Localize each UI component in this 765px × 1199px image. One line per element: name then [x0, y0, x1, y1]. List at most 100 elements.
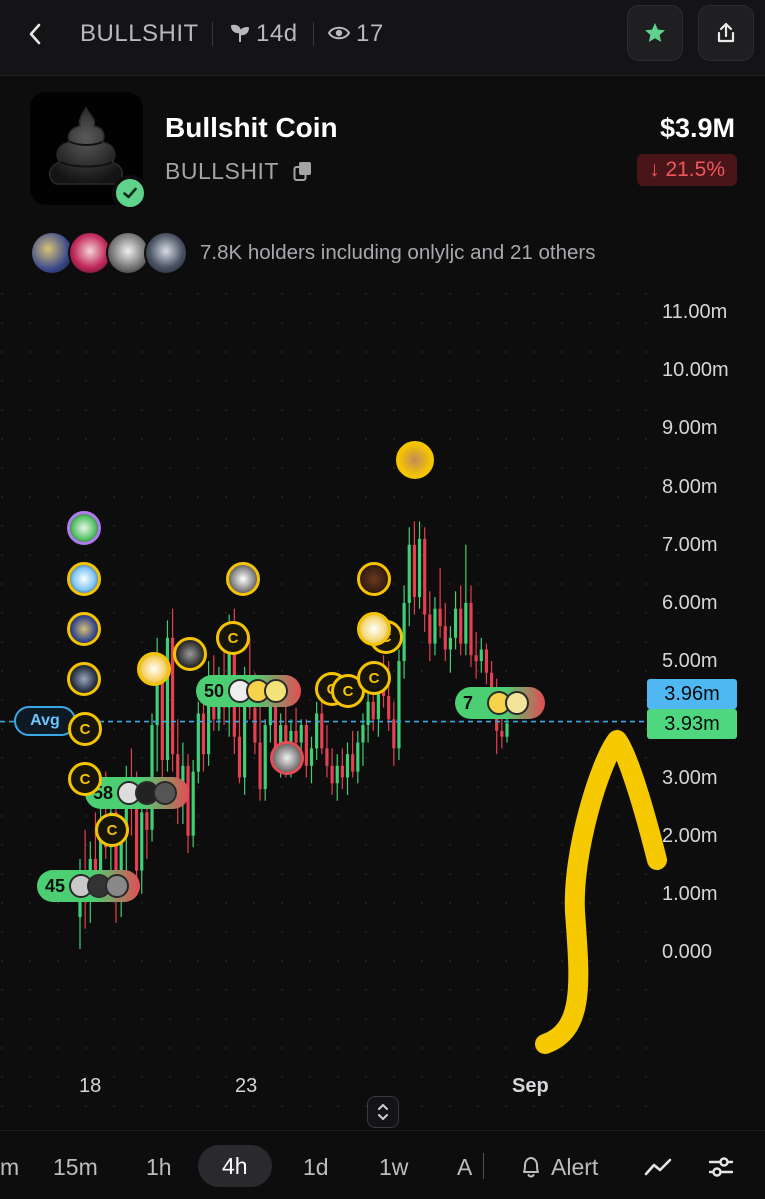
profile-marker[interactable] — [67, 662, 101, 696]
checkmark-icon — [123, 187, 137, 199]
avatar — [144, 231, 188, 275]
candle-body — [356, 742, 360, 772]
candle-body — [258, 742, 262, 790]
candle-body — [438, 608, 442, 627]
y-tick-label: 3.00m — [662, 767, 718, 789]
creator-coin-marker[interactable]: C — [68, 762, 102, 796]
profile-marker[interactable] — [357, 562, 391, 596]
token-name: Bullshit Coin — [165, 112, 338, 143]
y-tick-label: 8.00m — [662, 476, 718, 498]
favorite-button[interactable] — [627, 5, 683, 61]
candle-body — [134, 800, 139, 871]
sliders-icon[interactable] — [708, 1155, 734, 1179]
token-ticker: BULLSHIT — [165, 158, 279, 184]
candle-body — [325, 748, 329, 766]
profile-marker[interactable] — [226, 562, 260, 596]
candle-body — [479, 649, 483, 662]
price-tag-current: 3.93m — [647, 709, 737, 739]
back-button[interactable] — [18, 14, 52, 54]
profile-marker[interactable] — [396, 441, 434, 479]
x-tick-label: Sep — [512, 1075, 549, 1097]
expand-chart-button[interactable] — [367, 1096, 399, 1128]
candle-body — [469, 602, 473, 656]
candle-body — [237, 736, 242, 778]
creator-coin-marker[interactable]: C — [357, 661, 391, 695]
candle-body — [453, 608, 458, 638]
creator-coin-marker[interactable]: C — [216, 621, 250, 655]
candle-body — [191, 771, 195, 836]
candle-body — [412, 544, 416, 598]
timeframe-15m[interactable]: 15m — [53, 1154, 98, 1181]
trade-group-marker[interactable]: 7 — [455, 687, 545, 719]
profile-marker[interactable] — [137, 652, 171, 686]
profile-marker[interactable] — [270, 741, 304, 775]
divider — [212, 22, 213, 46]
pill-icon[interactable] — [67, 511, 101, 545]
divider — [313, 22, 314, 46]
trade-group-marker[interactable]: 45 — [37, 870, 140, 902]
avatar — [264, 679, 288, 703]
candle-body — [165, 637, 170, 760]
profile-marker[interactable] — [67, 612, 101, 646]
price-tag-avg: 3.96m — [647, 679, 737, 709]
profile-marker[interactable] — [357, 612, 391, 646]
holders-summary[interactable]: 7.8K holders including onlyljc and 21 ot… — [200, 241, 595, 265]
timeframe-m[interactable]: m — [0, 1154, 19, 1181]
candle-body — [201, 713, 206, 755]
candle-body — [417, 538, 422, 598]
y-tick-label: 9.00m — [662, 417, 718, 439]
chevron-up-down-icon — [378, 1104, 388, 1120]
timeframe-all[interactable]: A — [457, 1154, 472, 1181]
profile-marker[interactable] — [67, 562, 101, 596]
candle-body — [500, 730, 504, 737]
y-tick-label: 6.00m — [662, 592, 718, 614]
candle-body — [304, 725, 308, 766]
timeframe-1d[interactable]: 1d — [303, 1154, 329, 1181]
candle-body — [294, 730, 298, 743]
market-cap: $3.9M — [659, 113, 735, 143]
timeframe-bar: m 15m 1h 4h 1d 1w A Alert — [0, 1130, 765, 1199]
candle-body — [387, 696, 391, 720]
views-value: 17 — [356, 20, 384, 47]
candle-body — [484, 649, 489, 673]
candle-body — [309, 748, 314, 766]
candle-body — [443, 626, 447, 650]
candle-body — [315, 713, 319, 749]
price-change-badge: ↓ 21.5% — [637, 154, 737, 186]
star-icon — [645, 23, 665, 42]
share-button[interactable] — [698, 5, 754, 61]
trade-group-marker[interactable]: 50 — [196, 675, 301, 707]
line-chart-icon[interactable] — [644, 1157, 672, 1177]
candle-body — [371, 701, 375, 720]
y-tick-label: 5.00m — [662, 650, 718, 672]
ticker-crumb: BULLSHIT — [80, 20, 199, 47]
creator-coin-marker[interactable]: C — [68, 712, 102, 746]
y-tick-label: 7.00m — [662, 534, 718, 556]
alert-button[interactable]: Alert — [551, 1154, 598, 1181]
share-icon — [717, 22, 735, 43]
candle-body — [428, 614, 432, 644]
timeframe-1h[interactable]: 1h — [146, 1154, 172, 1181]
candle-body — [351, 754, 355, 772]
age-value: 14d — [256, 20, 298, 47]
candle-body — [330, 765, 334, 784]
profile-marker[interactable] — [173, 637, 207, 671]
bell-icon[interactable] — [520, 1155, 542, 1179]
candle-body — [340, 765, 344, 778]
timeframe-4h[interactable]: 4h — [198, 1145, 272, 1187]
candle-body — [392, 719, 396, 749]
candle-body — [345, 754, 350, 778]
timeframe-1w[interactable]: 1w — [379, 1154, 408, 1181]
y-tick-label: 11.00m — [662, 301, 728, 323]
candle-body — [423, 538, 427, 615]
avatar — [153, 781, 177, 805]
avatar — [505, 691, 529, 715]
candle-body — [448, 637, 453, 650]
sprout-icon — [231, 24, 249, 42]
y-tick-label: 2.00m — [662, 825, 718, 847]
x-tick-label: 18 — [79, 1075, 102, 1097]
copy-icon[interactable] — [292, 160, 314, 182]
creator-coin-marker[interactable]: C — [95, 813, 129, 847]
verified-badge — [112, 175, 148, 211]
candle-body — [361, 725, 365, 743]
